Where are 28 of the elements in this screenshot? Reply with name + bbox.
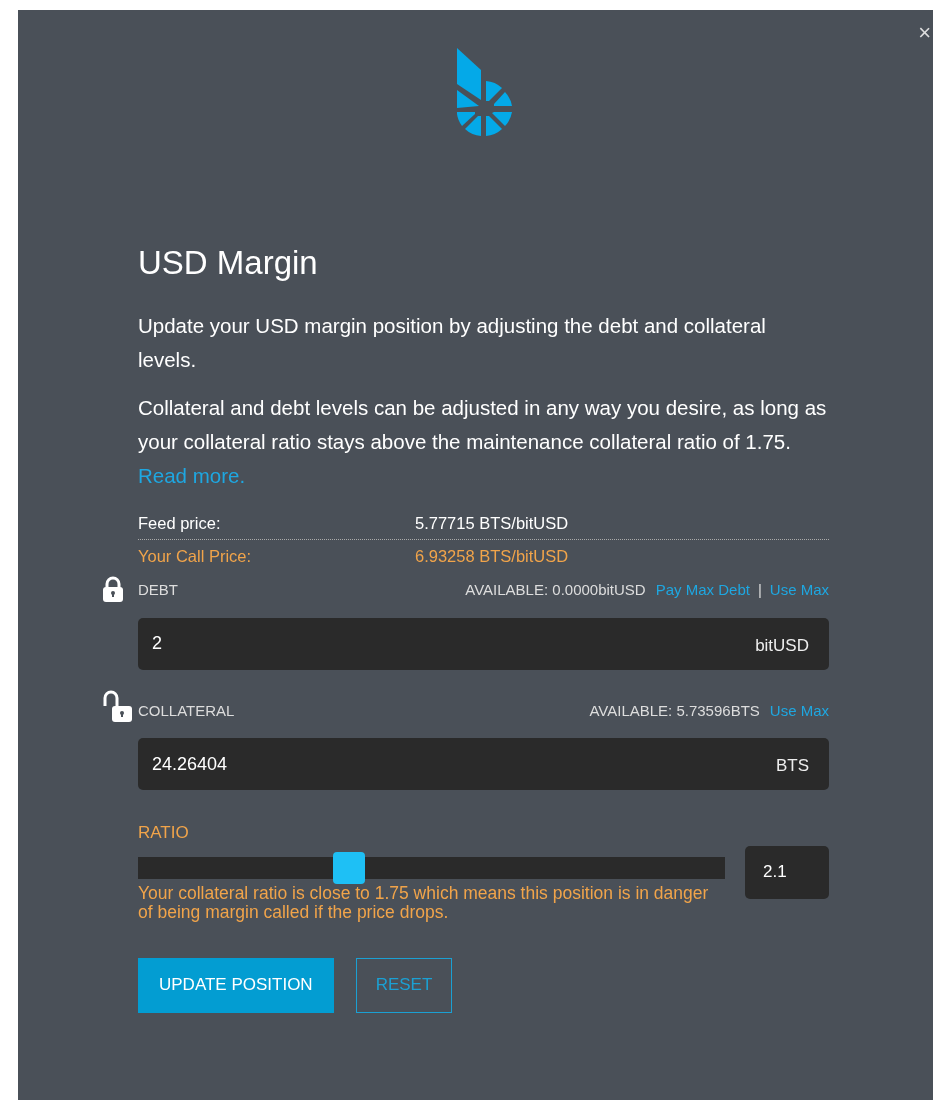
logo-icon (454, 48, 513, 138)
intro-text: Update your USD margin position by adjusting the debt and collateral levels. (138, 312, 767, 373)
description-text: Collateral and debt levels can be adjusted in any way you desire, as long as your collateral ratio stays above the maintenance collateral ratio of 1.75. Read more. (138, 394, 828, 489)
use-max-link[interactable]: Use Max (769, 579, 829, 602)
update-button[interactable]: UPDATE POSITION (138, 957, 334, 1013)
unit-label: bitUSD (755, 634, 809, 657)
use-max-link[interactable]: Use Max (769, 699, 829, 723)
available-balance: AVAILABLE: 5.73596BTS (589, 700, 760, 721)
ratio-label: RATIO (138, 822, 190, 845)
field-label: COLLATERAL (138, 700, 235, 721)
reset-button[interactable]: RESET (355, 957, 453, 1013)
price-label: Feed price: (138, 512, 222, 534)
field-label: DEBT (138, 580, 178, 601)
dialog-title: USD Margin (138, 243, 319, 283)
warning-text: Your collateral ratio is close to 1.75 which means this position is in danger of being margin called if the price drops. (138, 883, 710, 922)
close-button[interactable]: × (914, 22, 931, 44)
price-value: 5.77715 BTS/bitUSD (415, 512, 569, 534)
price-value: 6.93258 BTS/bitUSD (415, 546, 569, 568)
slider-thumb[interactable] (333, 851, 366, 884)
available-balance: AVAILABLE: 0.0000bitUSD (465, 580, 646, 601)
use-max-link[interactable]: Pay Max Debt (655, 579, 750, 602)
link-separator: | (757, 580, 762, 601)
unit-label: BTS (775, 755, 809, 778)
price-label: Your Call Price: (138, 546, 253, 568)
read-more-link[interactable]: Read more. (138, 463, 246, 487)
ratio-field[interactable]: 2.1 (745, 845, 829, 899)
unlocked-lock-icon[interactable] (102, 690, 134, 723)
lock-icon[interactable] (102, 575, 124, 602)
